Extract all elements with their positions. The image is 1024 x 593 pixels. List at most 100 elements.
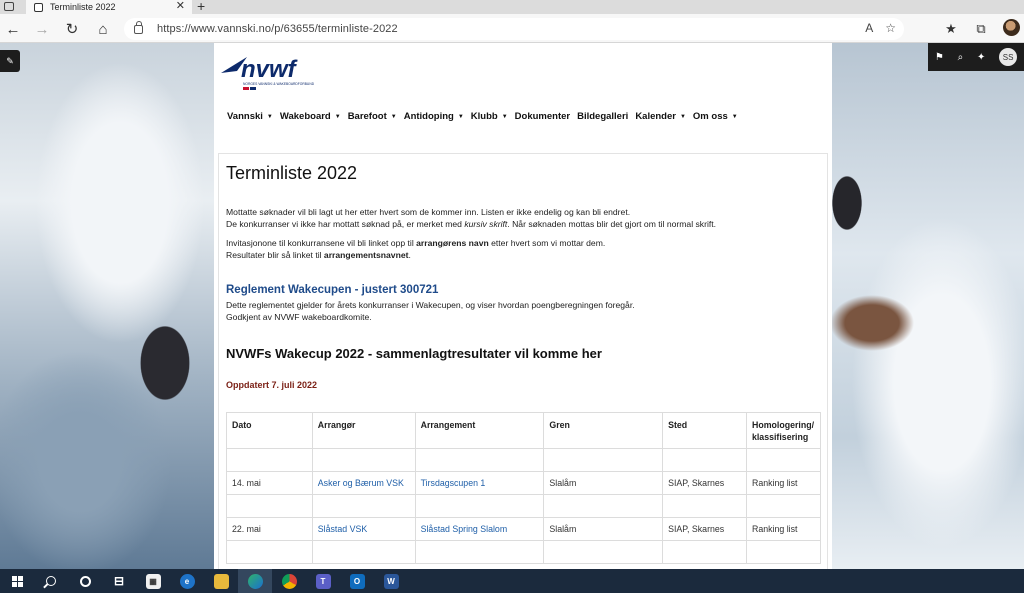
windows-taskbar: ⊟ ▦ e T O W — [0, 569, 1024, 593]
nvwf-logo[interactable]: nvwf NORGES VANNSKI & WAKEBOARDFORBUND — [219, 51, 329, 91]
collections-icon[interactable]: ⧉ — [971, 19, 991, 39]
outlook-icon: O — [349, 573, 365, 589]
new-tab-icon[interactable]: + — [197, 0, 205, 14]
cell-dato: 22. mai — [226, 517, 313, 541]
nav-item-om-oss[interactable]: Om oss ▼ — [693, 111, 738, 122]
search-icon — [46, 576, 56, 586]
nav-item-klubb[interactable]: Klubb ▼ — [471, 111, 508, 122]
url-text: https://www.vannski.no/p/63655/terminlis… — [157, 23, 398, 35]
logo-subtitle: NORGES VANNSKI & WAKEBOARDFORBUND — [243, 82, 315, 86]
nav-item-dokumenter[interactable]: Dokumenter — [515, 111, 570, 122]
nav-item-kalender[interactable]: Kalender ▼ — [635, 111, 686, 122]
table-spacer-row — [226, 540, 822, 564]
task-view-button[interactable]: ⊟ — [102, 569, 136, 593]
page-container: nvwf NORGES VANNSKI & WAKEBOARDFORBUND V… — [214, 43, 832, 569]
nav-item-barefoot[interactable]: Barefoot ▼ — [348, 111, 397, 122]
taskbar-file-explorer[interactable] — [204, 569, 238, 593]
main-navigation: Vannski ▼ Wakeboard ▼ Barefoot ▼ Antidoping… — [227, 111, 745, 122]
caret-down-icon: ▼ — [457, 113, 464, 120]
taskbar-outlook[interactable]: O — [340, 569, 374, 593]
page-title: Terminliste 2022 — [226, 163, 358, 183]
word-icon: W — [383, 573, 399, 589]
background-photo-right — [832, 43, 1024, 569]
address-bar[interactable]: https://www.vannski.no/p/63655/terminlis… — [124, 18, 904, 40]
taskbar-chrome[interactable] — [272, 569, 306, 593]
table-spacer-row — [226, 494, 822, 518]
tab-close-icon[interactable]: ✕ — [176, 0, 185, 12]
cortana-button[interactable] — [68, 569, 102, 593]
cell-arrangement-link[interactable]: Slåstad Spring Slalom — [414, 517, 545, 541]
cell-gren: Slalåm — [543, 471, 664, 495]
header-arrangor: Arrangør — [311, 412, 416, 449]
web-page-viewport: ✎ ⚑ ⌕ ✦ SS nvwf NORGES VANNSKI & WAKEBOA… — [0, 43, 1024, 569]
table-row: 22. mai Slåstad VSK Slåstad Spring Slalo… — [226, 517, 822, 541]
taskbar-store[interactable]: ▦ — [136, 569, 170, 593]
admin-avatar[interactable]: SS — [999, 48, 1018, 66]
start-button[interactable] — [0, 569, 34, 593]
table-spacer-row — [226, 448, 822, 472]
logo-text: nvwf — [241, 56, 298, 83]
intro-paragraph: Mottatte søknader vil bli lagt ut her et… — [226, 207, 717, 229]
profile-avatar[interactable] — [1003, 19, 1020, 36]
refresh-icon[interactable]: ↻ — [63, 20, 81, 38]
cell-arrangor-link[interactable]: Asker og Bærum VSK — [311, 471, 416, 495]
caret-down-icon: ▼ — [334, 113, 341, 120]
taskbar-edge-legacy[interactable]: e — [170, 569, 204, 593]
wrench-icon[interactable]: ✦ — [977, 52, 985, 63]
wakecup-heading: NVWFs Wakecup 2022 - sammenlagtresultate… — [226, 346, 602, 361]
table-header-row: Dato Arrangør Arrangement Gren Sted Homo… — [226, 412, 822, 449]
article-content: Terminliste 2022 Mottatte søknader vil b… — [218, 153, 828, 569]
header-sted: Sted — [662, 412, 747, 449]
caret-down-icon: ▼ — [266, 113, 273, 120]
tab-actions-icon[interactable] — [4, 2, 14, 11]
reglement-paragraph: Dette reglementet gjelder for årets konk… — [226, 300, 635, 322]
flag-icon[interactable]: ⚑ — [935, 52, 944, 63]
admin-toolbar: ⚑ ⌕ ✦ SS — [928, 43, 1024, 71]
nav-item-vannski[interactable]: Vannski ▼ — [227, 111, 273, 122]
back-arrow-icon[interactable]: ← — [4, 20, 22, 38]
nav-item-bildegalleri[interactable]: Bildegalleri — [577, 111, 628, 122]
home-icon[interactable]: ⌂ — [94, 20, 112, 38]
caret-down-icon: ▼ — [501, 113, 508, 120]
cell-homologering: Ranking list — [745, 517, 822, 541]
admin-search-icon[interactable]: ⌕ — [958, 52, 964, 63]
cell-dato: 14. mai — [226, 471, 313, 495]
invitation-paragraph: Invitasjonone til konkurransene vil bli … — [226, 238, 606, 260]
lock-icon[interactable] — [134, 20, 143, 34]
favicon-icon — [34, 2, 43, 12]
cell-arrangor-link[interactable]: Slåstad VSK — [311, 517, 416, 541]
forward-arrow-icon[interactable]: → — [33, 20, 51, 38]
taskbar-teams[interactable]: T — [306, 569, 340, 593]
teams-icon: T — [315, 573, 331, 589]
browser-toolbar: ← → ↻ ⌂ https://www.vannski.no/p/63655/t… — [0, 14, 1024, 43]
updated-date: Oppdatert 7. juli 2022 — [226, 380, 318, 390]
edge-browser-icon — [247, 573, 263, 589]
nav-item-wakeboard[interactable]: Wakeboard ▼ — [280, 111, 341, 122]
background-photo-left — [0, 43, 214, 569]
header-homologering: Homologering/ klassifisering — [745, 412, 822, 449]
tab-title: Terminliste 2022 — [50, 2, 116, 12]
read-aloud-icon[interactable]: A — [865, 21, 873, 35]
cell-sted: SIAP, Skarnes — [662, 517, 747, 541]
cell-sted: SIAP, Skarnes — [662, 471, 747, 495]
add-favorite-icon[interactable]: ☆ — [885, 21, 896, 35]
nav-item-antidoping[interactable]: Antidoping ▼ — [404, 111, 464, 122]
cell-gren: Slalåm — [543, 517, 664, 541]
caret-down-icon: ▼ — [390, 113, 397, 120]
taskbar-search-button[interactable] — [34, 569, 68, 593]
taskbar-edge[interactable] — [238, 569, 272, 593]
taskbar-word[interactable]: W — [374, 569, 408, 593]
reglement-link[interactable]: Reglement Wakecupen - justert 300721 — [226, 284, 438, 296]
header-arrangement: Arrangement — [414, 412, 545, 449]
cortana-icon — [79, 575, 91, 587]
favorites-icon[interactable]: ★ — [941, 19, 961, 39]
wordpress-menu-icon[interactable]: ✎ — [0, 50, 20, 72]
task-view-icon: ⊟ — [113, 574, 125, 588]
store-icon: ▦ — [145, 573, 161, 589]
browser-tab-bar: Terminliste 2022 ✕ + — [0, 0, 1024, 14]
browser-tab[interactable]: Terminliste 2022 ✕ — [26, 0, 192, 14]
cell-arrangement-link[interactable]: Tirsdagscupen 1 — [414, 471, 545, 495]
header-gren: Gren — [543, 412, 664, 449]
edge-icon: e — [179, 573, 195, 589]
schedule-table: Dato Arrangør Arrangement Gren Sted Homo… — [226, 412, 822, 564]
